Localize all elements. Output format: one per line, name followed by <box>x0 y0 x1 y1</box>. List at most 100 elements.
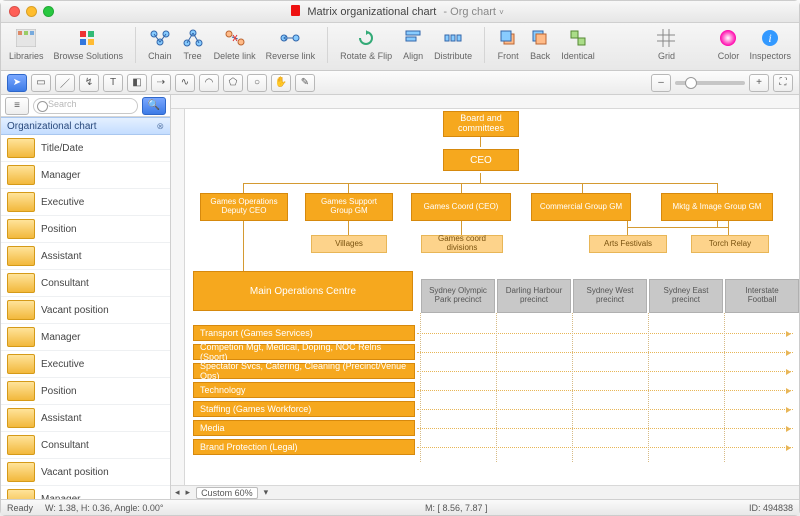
close-window-button[interactable] <box>9 6 20 17</box>
connector-tool[interactable]: ↯ <box>79 74 99 92</box>
distribute-button[interactable]: Distribute <box>434 27 472 61</box>
browse-solutions-button[interactable]: Browse Solutions <box>54 27 124 61</box>
zoom-out-button[interactable]: – <box>651 74 671 92</box>
matrix-row-header[interactable]: Spectator Svcs, Catering, Cleaning (Prec… <box>193 363 415 379</box>
shape-item[interactable]: Title/Date <box>1 135 170 162</box>
zoom-slider[interactable] <box>675 81 745 85</box>
node-l3-1[interactable]: Games coord divisions <box>421 235 503 253</box>
canvas[interactable]: Board and committees CEO Games Operation… <box>185 109 799 485</box>
close-icon[interactable]: ⊗ <box>156 121 164 132</box>
reverse-link-button[interactable]: Reverse link <box>266 27 316 61</box>
zoom-controls: – + ⛶ <box>651 74 793 92</box>
node-l2-1[interactable]: Games Support Group GM <box>305 193 393 221</box>
minimize-window-button[interactable] <box>26 6 37 17</box>
shape-item[interactable]: Position <box>1 378 170 405</box>
node-l3-3[interactable]: Torch Relay <box>691 235 769 253</box>
polygon-tool[interactable]: ⬠ <box>223 74 243 92</box>
rect-tool[interactable]: ▭ <box>31 74 51 92</box>
shape-item[interactable]: Assistant <box>1 243 170 270</box>
pointer-tool[interactable]: ➤ <box>7 74 27 92</box>
document-subtitle: - Org chart ˅ <box>443 6 503 18</box>
matrix-column-header[interactable]: Sydney East precinct <box>649 279 723 313</box>
shape-item[interactable]: Consultant <box>1 432 170 459</box>
delete-link-icon <box>224 27 246 49</box>
delete-link-button[interactable]: Delete link <box>214 27 256 61</box>
zoom-fit-button[interactable]: ⛶ <box>773 74 793 92</box>
shape-item[interactable]: Consultant <box>1 270 170 297</box>
matrix-row-header[interactable]: Transport (Games Services) <box>193 325 415 341</box>
page-nav-next[interactable]: ▸ <box>186 487 191 498</box>
zoom-select[interactable]: Custom 60% <box>196 487 258 499</box>
libraries-button[interactable]: Libraries <box>9 27 44 61</box>
identical-button[interactable]: Identical <box>561 27 595 61</box>
sidebar-section-header[interactable]: Organizational chart ⊗ <box>1 117 170 135</box>
matrix-row-line <box>417 409 793 410</box>
matrix-col-line <box>420 313 421 462</box>
page-nav-prev[interactable]: ◂ <box>175 487 180 498</box>
shape-item[interactable]: Manager <box>1 324 170 351</box>
ellipse-tool[interactable]: ○ <box>247 74 267 92</box>
shape-item[interactable]: Vacant position <box>1 459 170 486</box>
tree-button[interactable]: Tree <box>182 27 204 61</box>
color-button[interactable]: Color <box>717 27 739 61</box>
matrix-row-header[interactable]: Technology <box>193 382 415 398</box>
rotate-flip-button[interactable]: Rotate & Flip <box>340 27 392 61</box>
back-icon <box>529 27 551 49</box>
spline-tool[interactable]: ∿ <box>175 74 195 92</box>
shape-item[interactable]: Assistant <box>1 405 170 432</box>
matrix-column-header[interactable]: Darling Harbour precinct <box>497 279 571 313</box>
shape-thumb-icon <box>7 354 35 374</box>
fullscreen-window-button[interactable] <box>43 6 54 17</box>
distribute-icon <box>442 27 464 49</box>
matrix-row-header[interactable]: Brand Protection (Legal) <box>193 439 415 455</box>
node-l3-0[interactable]: Villages <box>311 235 387 253</box>
shape-item[interactable]: Manager <box>1 486 170 499</box>
shape-item[interactable]: Vacant position <box>1 297 170 324</box>
front-button[interactable]: Front <box>497 27 519 61</box>
matrix-row-header[interactable]: Media <box>193 420 415 436</box>
search-icon: 🔍 <box>148 100 160 111</box>
shape-item[interactable]: Manager <box>1 162 170 189</box>
node-l2-2[interactable]: Games Coord (CEO) <box>411 193 511 221</box>
matrix-row-header[interactable]: Staffing (Games Workforce) <box>193 401 415 417</box>
hand-tool[interactable]: ✋ <box>271 74 291 92</box>
shape-thumb-icon <box>7 327 35 347</box>
connector2-tool[interactable]: ⇢ <box>151 74 171 92</box>
line-tool[interactable]: ／ <box>55 74 75 92</box>
node-main-ops[interactable]: Main Operations Centre <box>193 271 413 311</box>
inspectors-button[interactable]: i Inspectors <box>749 27 791 61</box>
matrix-col-line <box>572 313 573 462</box>
node-ceo[interactable]: CEO <box>443 149 519 171</box>
zoom-in-button[interactable]: + <box>749 74 769 92</box>
chain-button[interactable]: Chain <box>148 27 172 61</box>
shape-label: Executive <box>41 197 84 208</box>
sidebar-menu-button[interactable]: ≡ <box>5 97 29 115</box>
back-button[interactable]: Back <box>529 27 551 61</box>
callout-tool[interactable]: ◧ <box>127 74 147 92</box>
arrow-icon <box>786 407 791 413</box>
node-l2-0[interactable]: Games Operations Deputy CEO <box>200 193 288 221</box>
zoom-dropdown-icon[interactable]: ▾ <box>264 487 269 498</box>
shape-item[interactable]: Position <box>1 216 170 243</box>
shape-item[interactable]: Executive <box>1 189 170 216</box>
app-window: Matrix organizational chart - Org chart … <box>0 0 800 516</box>
matrix-column-header[interactable]: Sydney Olympic Park precinct <box>421 279 495 313</box>
grid-button[interactable]: Grid <box>655 27 677 61</box>
matrix-row-header[interactable]: Competion Mgt, Medical, Doping, NOC Reln… <box>193 344 415 360</box>
text-tool[interactable]: T <box>103 74 123 92</box>
node-l2-3[interactable]: Commercial Group GM <box>531 193 631 221</box>
matrix-column-header[interactable]: Interstate Football <box>725 279 799 313</box>
eyedrop-tool[interactable]: ✎ <box>295 74 315 92</box>
node-l3-2[interactable]: Arts Festivals <box>589 235 667 253</box>
arc-tool[interactable]: ◠ <box>199 74 219 92</box>
browse-icon <box>77 27 99 49</box>
node-l2-4[interactable]: Mktg & Image Group GM <box>661 193 773 221</box>
align-button[interactable]: Align <box>402 27 424 61</box>
matrix-column-header[interactable]: Sydney West precinct <box>573 279 647 313</box>
node-board[interactable]: Board and committees <box>443 111 519 137</box>
search-input[interactable]: Search <box>33 98 138 114</box>
status-mouse: M: [ 8.56, 7.87 ] <box>176 503 737 513</box>
window-controls <box>9 6 54 17</box>
shape-item[interactable]: Executive <box>1 351 170 378</box>
search-go-button[interactable]: 🔍 <box>142 97 166 115</box>
